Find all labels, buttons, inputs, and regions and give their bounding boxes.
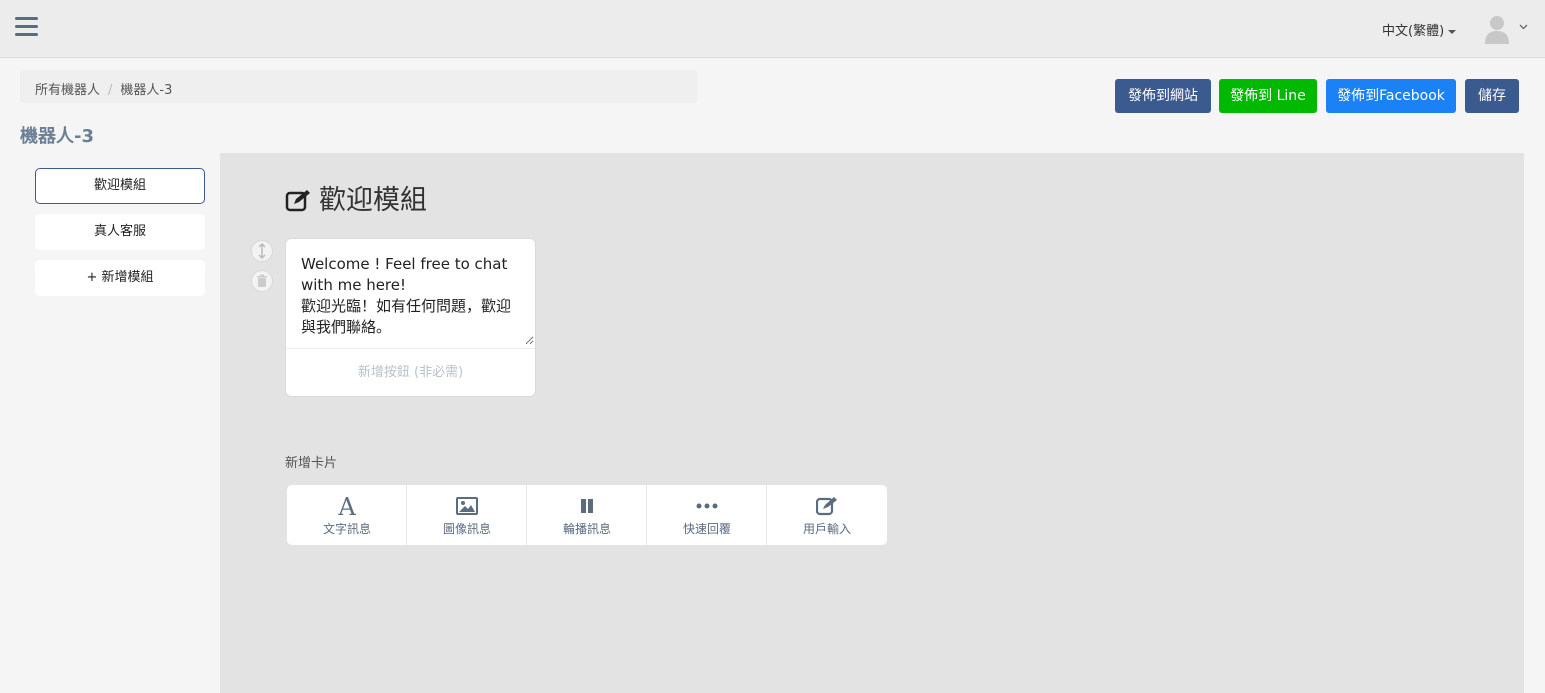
caret-down-icon (1448, 29, 1457, 34)
breadcrumb-current: 機器人-3 (120, 83, 173, 98)
module-header-title: 歡迎模組 (319, 185, 427, 216)
add-module-button[interactable]: + 新增模組 (35, 260, 205, 296)
chevron-down-icon[interactable] (1519, 20, 1528, 33)
module-item-welcome[interactable]: 歡迎模組 (35, 168, 205, 204)
card-type-label: 快速回覆 (682, 522, 731, 536)
message-textarea[interactable] (287, 240, 534, 345)
card-type-label: 文字訊息 (322, 522, 371, 536)
card-type-carousel-button[interactable]: 輪播訊息 (527, 485, 647, 545)
card-type-image-button[interactable]: 圖像訊息 (407, 485, 527, 545)
module-header: 歡迎模組 (285, 178, 427, 217)
edit-icon (767, 495, 887, 517)
card-type-toolbar: A 文字訊息 圖像訊息 輪播訊息 快速回覆 用戶輸入 (287, 485, 887, 545)
breadcrumb: 所有機器人 / 機器人-3 (20, 70, 697, 103)
page-title: 機器人-3 (20, 126, 94, 147)
save-button[interactable]: 儲存 (1465, 79, 1519, 113)
card-type-quick-reply-button[interactable]: 快速回覆 (647, 485, 767, 545)
language-label: 中文(繁體) (1382, 24, 1445, 39)
svg-text:A: A (337, 495, 356, 517)
publish-facebook-button[interactable]: 發佈到Facebook (1326, 79, 1456, 113)
module-item-live-agent[interactable]: 真人客服 (35, 214, 205, 250)
user-avatar-icon[interactable] (1484, 14, 1510, 44)
edit-icon (285, 190, 310, 212)
top-navbar: 中文(繁體) (0, 0, 1545, 58)
card-type-label: 圖像訊息 (442, 522, 491, 536)
ellipsis-icon (647, 495, 767, 517)
editor-panel (220, 153, 1524, 693)
carousel-icon (527, 495, 647, 517)
card-type-text-button[interactable]: A 文字訊息 (287, 485, 407, 545)
card-type-user-input-button[interactable]: 用戶輸入 (767, 485, 887, 545)
drag-handle-icon[interactable] (251, 240, 273, 262)
text-icon: A (287, 495, 407, 517)
add-card-label: 新增卡片 (285, 456, 338, 471)
trash-icon[interactable] (251, 270, 273, 292)
breadcrumb-all-bots[interactable]: 所有機器人 (35, 83, 100, 98)
language-selector[interactable]: 中文(繁體) (1382, 20, 1457, 39)
add-button-link[interactable]: 新增按鈕 (非必需) (286, 349, 535, 397)
image-icon (407, 495, 527, 517)
card-type-label: 輪播訊息 (562, 522, 611, 536)
publish-web-button[interactable]: 發佈到網站 (1115, 79, 1211, 113)
card-type-label: 用戶輸入 (802, 522, 851, 536)
hamburger-menu-icon[interactable] (15, 17, 38, 37)
text-message-card: 新增按鈕 (非必需) (285, 238, 536, 397)
breadcrumb-separator: / (108, 83, 113, 98)
publish-line-button[interactable]: 發佈到 Line (1219, 79, 1317, 113)
